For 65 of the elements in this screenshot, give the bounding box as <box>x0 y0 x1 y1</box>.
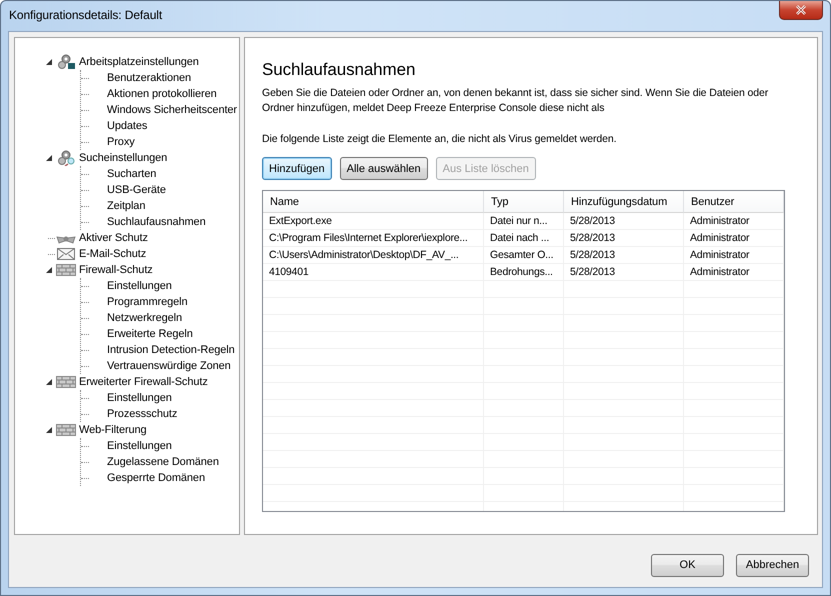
expander-icon[interactable] <box>46 59 52 65</box>
page-heading: Suchlaufausnahmen <box>262 60 416 80</box>
close-icon <box>795 5 807 15</box>
tree-item[interactable]: Windows Sicherheitscenter <box>104 104 239 116</box>
table-cell-text: Datei nur n... <box>489 214 548 229</box>
tree-item[interactable]: Benutzeraktionen <box>105 72 194 84</box>
tree-item[interactable]: Erweiterte Regeln <box>105 328 195 340</box>
window-title: Konfigurationsdetails: Default <box>9 8 162 22</box>
tree-item[interactable]: Netzwerkregeln <box>105 312 184 324</box>
list-note: Die folgende Liste zeigt die Elemente an, die nicht als Virus gemeldet werden. <box>262 132 618 147</box>
table-cell-text: Bedrohungs... <box>489 265 554 280</box>
table-cell-text: 5/28/2013 <box>569 248 616 263</box>
action-button[interactable]: Alle auswählen <box>340 157 428 180</box>
table-cell-text: Administrator <box>689 231 750 246</box>
tree-item[interactable]: Vertrauenswürdige Zonen <box>105 360 233 372</box>
tree-item[interactable]: Sucharten <box>105 168 158 180</box>
tree-item[interactable]: Einstellungen <box>105 440 174 452</box>
tree-item[interactable]: Einstellungen <box>105 392 174 404</box>
dialog-button[interactable]: OK <box>651 554 724 576</box>
table-cell-text: Gesamter O... <box>489 248 554 263</box>
envelope-icon <box>57 248 75 260</box>
column-header[interactable]: Hinzufügungsdatum <box>564 191 684 213</box>
brick-wall-icon <box>56 264 76 276</box>
tree-item[interactable]: Prozessschutz <box>105 408 180 420</box>
tree-item[interactable]: Sucheinstellungen <box>77 152 170 164</box>
tree-item[interactable]: Intrusion Detection-Regeln <box>105 344 237 356</box>
close-button[interactable] <box>779 1 823 20</box>
dialog-button[interactable]: Abbrechen <box>736 554 809 576</box>
tree-item[interactable]: Gesperrte Domänen <box>105 472 207 484</box>
tree-item[interactable]: Zeitplan <box>105 200 148 212</box>
tree-item[interactable]: Suchlaufausnahmen <box>105 216 208 228</box>
table-cell-text: C:\Users\Administrator\Desktop\DF_AV_... <box>268 248 460 263</box>
tree-item[interactable]: Programmregeln <box>105 296 190 308</box>
tree-item[interactable]: Einstellungen <box>105 280 174 292</box>
tree-item[interactable]: Firewall-Schutz <box>77 264 155 276</box>
table-cell-text: Administrator <box>689 248 750 263</box>
gears-icon <box>56 54 76 70</box>
gears-icon <box>56 150 76 166</box>
table-cell-text: Administrator <box>689 265 750 280</box>
tree-item[interactable]: Updates <box>105 120 150 132</box>
table-cell-text: 5/28/2013 <box>569 265 616 280</box>
tree-item[interactable]: E-Mail-Schutz <box>77 248 148 260</box>
description-text: Geben Sie die Dateien oder Ordner an, von denen bekannt ist, dass sie sicher sind. Wenn Sie die Dateien oder Ordner hinzufügen, meldet Deep Freeze Enterprise Console diese nicht als <box>262 86 770 116</box>
table-cell-text: Datei nach ... <box>489 231 550 246</box>
brick-wall-icon <box>56 376 76 388</box>
table-cell-text: 5/28/2013 <box>569 231 616 246</box>
column-header[interactable]: Typ <box>484 191 564 213</box>
tree-item[interactable]: Arbeitsplatzeinstellungen <box>77 56 201 68</box>
table-cell-text: 5/28/2013 <box>569 214 616 229</box>
tree-item[interactable]: Erweiterter Firewall-Schutz <box>77 376 210 388</box>
tree-item[interactable]: Aktiver Schutz <box>77 232 150 244</box>
brick-wall-icon <box>56 424 76 436</box>
tree-item[interactable]: Proxy <box>105 136 137 148</box>
action-button[interactable]: Hinzufügen <box>262 157 332 180</box>
table-cell-text: C:\Program Files\Internet Explorer\iexplore... <box>268 231 469 246</box>
table-cell-text: 4109401 <box>268 265 310 280</box>
table-cell-text: Administrator <box>689 214 750 229</box>
column-header[interactable]: Benutzer <box>684 191 784 213</box>
column-header[interactable]: Name <box>263 191 484 213</box>
table-cell-text: ExtExport.exe <box>268 214 333 229</box>
expander-icon[interactable] <box>46 155 52 161</box>
tree-item[interactable]: USB-Geräte <box>105 184 168 196</box>
tree-item[interactable]: Web-Filterung <box>77 424 149 436</box>
tree-item[interactable]: Zugelassene Domänen <box>105 456 221 468</box>
tree-item[interactable]: Aktionen protokollieren <box>105 88 219 100</box>
